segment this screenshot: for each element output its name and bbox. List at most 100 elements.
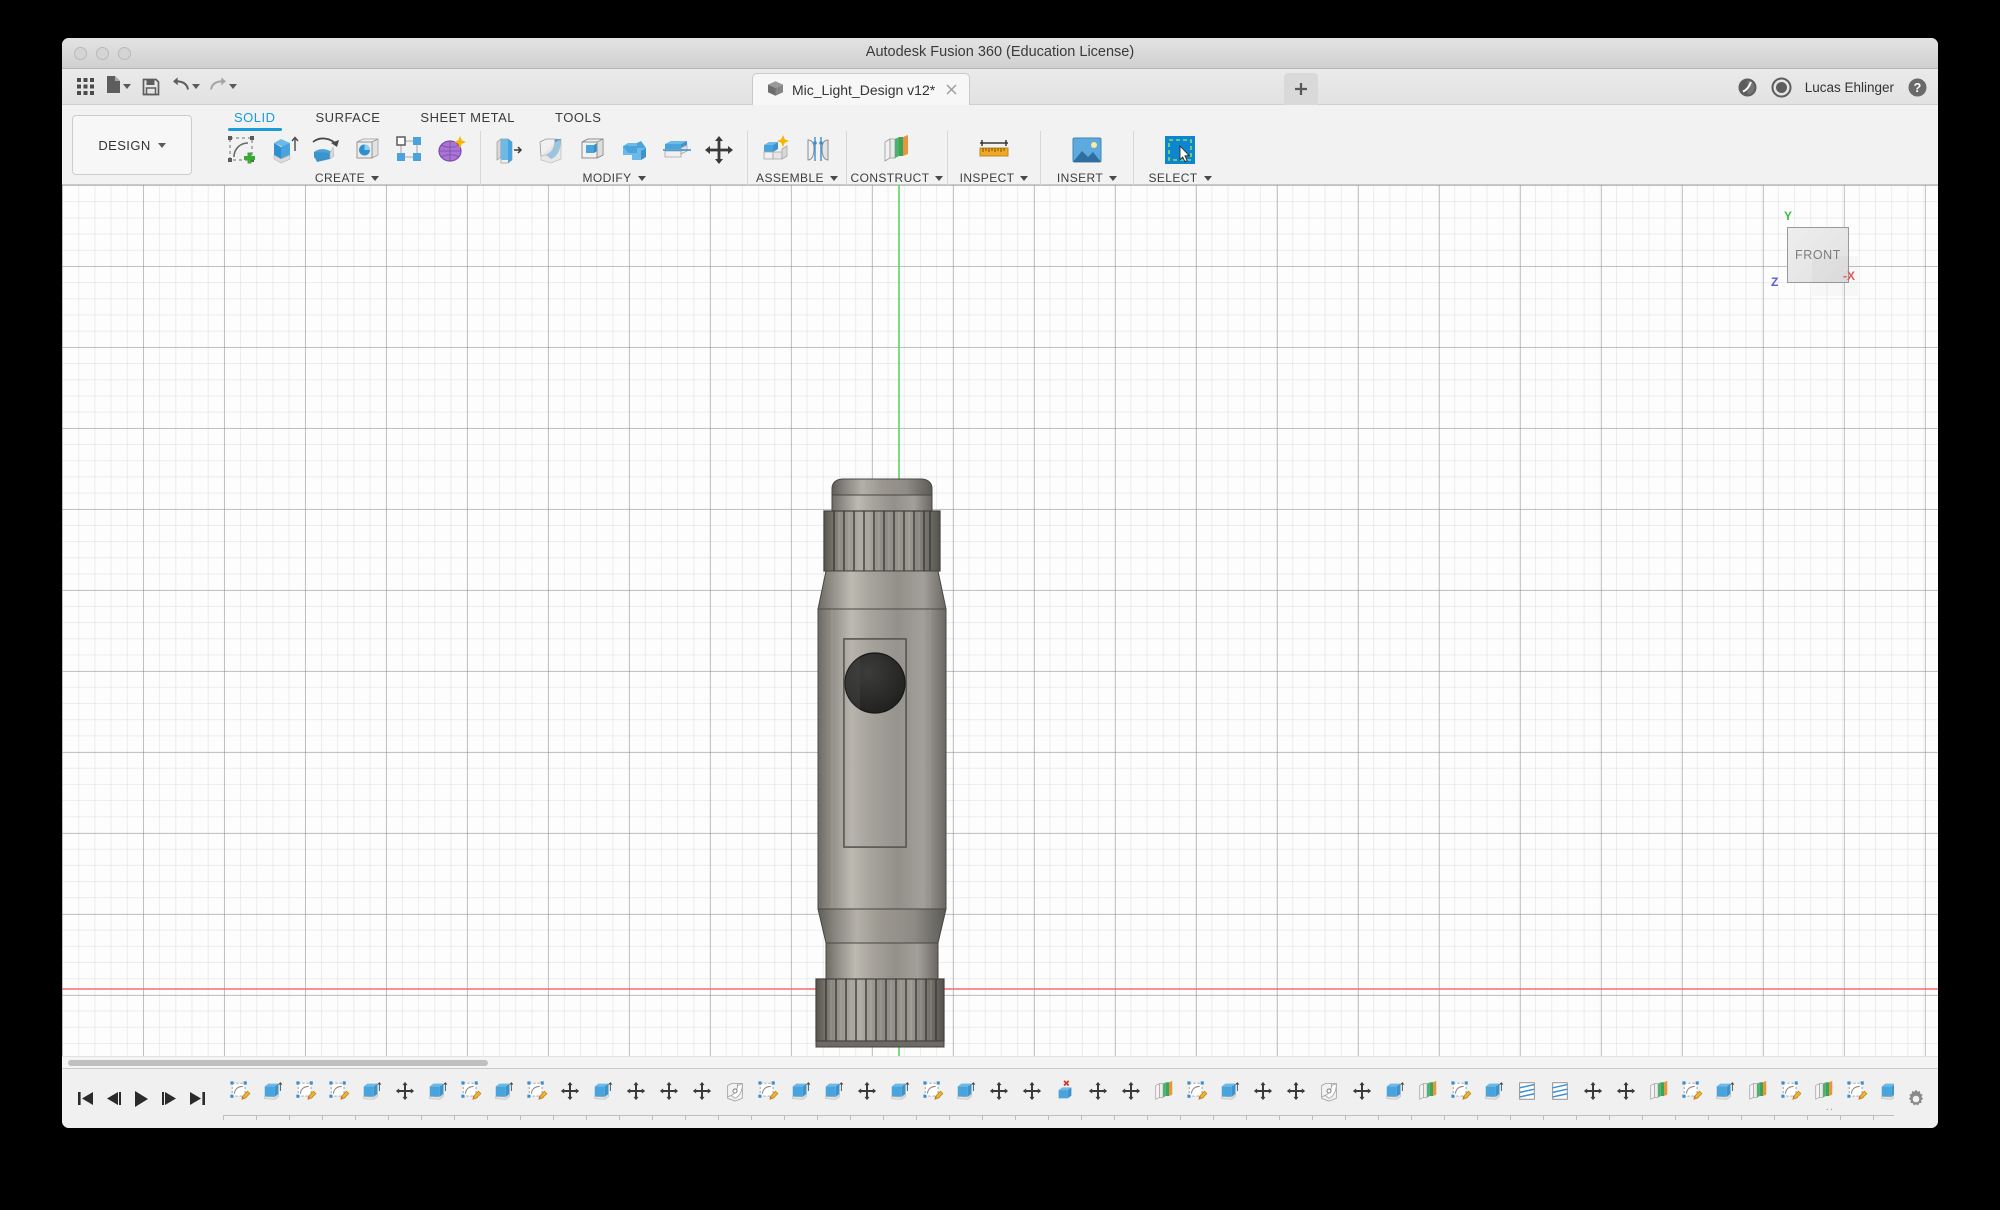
timeline-feature-thread[interactable] (1542, 1076, 1576, 1122)
tab-surface[interactable]: SURFACE (296, 108, 401, 131)
timeline-feature-extrude[interactable] (1212, 1076, 1246, 1122)
insert-image-icon[interactable] (1067, 131, 1107, 169)
timeline-feature-move-copy[interactable] (1608, 1076, 1642, 1122)
measure-icon[interactable] (974, 131, 1014, 169)
timeline-feature-extrude[interactable] (585, 1076, 619, 1122)
panel-assemble-label[interactable]: ASSEMBLE (756, 170, 838, 186)
fillet-icon[interactable] (531, 131, 571, 169)
timeline-feature-offset-plane[interactable] (1410, 1076, 1444, 1122)
select-window-icon[interactable] (1160, 131, 1200, 169)
workspace-selector[interactable]: DESIGN (72, 115, 192, 175)
timeline-feature-sketch[interactable] (915, 1076, 949, 1122)
move-copy-icon[interactable] (699, 131, 739, 169)
timeline-feature-move-copy[interactable] (684, 1076, 718, 1122)
grid-apps-icon[interactable] (70, 72, 100, 102)
timeline-feature-move-copy[interactable] (1014, 1076, 1048, 1122)
timeline-feature-sketch[interactable] (519, 1076, 553, 1122)
help-icon[interactable]: ? (1907, 77, 1928, 98)
timeline-feature-offset-plane[interactable] (1146, 1076, 1180, 1122)
timeline-feature-extrude[interactable] (1707, 1076, 1741, 1122)
press-pull-icon[interactable] (489, 131, 529, 169)
timeline-feature-extrude[interactable] (948, 1076, 982, 1122)
timeline-feature-extrude[interactable] (486, 1076, 520, 1122)
timeline-feature-extrude[interactable] (354, 1076, 388, 1122)
timeline-feature-move-copy[interactable] (849, 1076, 883, 1122)
offset-plane-icon[interactable] (877, 131, 917, 169)
tab-tools[interactable]: TOOLS (535, 108, 621, 131)
timeline-track[interactable]: .. (219, 1075, 1894, 1123)
extrude-icon[interactable] (264, 131, 304, 169)
joint-icon[interactable] (798, 131, 838, 169)
go-to-end-button[interactable] (188, 1088, 207, 1110)
form-icon[interactable] (432, 131, 472, 169)
timeline-feature-move-copy[interactable] (387, 1076, 421, 1122)
timeline-feature-sketch[interactable] (453, 1076, 487, 1122)
step-back-button[interactable] (104, 1088, 123, 1110)
combine-icon[interactable] (615, 131, 655, 169)
scrollbar-thumb[interactable] (68, 1060, 488, 1066)
panel-insert-label[interactable]: INSERT (1057, 170, 1118, 186)
viewport-canvas[interactable]: FRONT Y Z -X (62, 185, 1938, 1068)
timeline-feature-extrude[interactable] (1872, 1076, 1894, 1122)
new-component-icon[interactable] (756, 131, 796, 169)
timeline-feature-extrude[interactable] (882, 1076, 916, 1122)
new-tab-button[interactable] (1284, 73, 1318, 105)
panel-select-label[interactable]: SELECT (1148, 170, 1212, 186)
timeline-feature-sketch[interactable] (1773, 1076, 1807, 1122)
timeline-feature-sketch[interactable] (1443, 1076, 1477, 1122)
model-mic-light-design[interactable] (815, 475, 982, 1068)
timeline-feature-sketch[interactable] (222, 1076, 256, 1122)
rectangular-pattern-icon[interactable] (390, 131, 430, 169)
go-to-beginning-button[interactable] (76, 1088, 95, 1110)
step-forward-button[interactable] (160, 1088, 179, 1110)
timeline-feature-move-copy[interactable] (1113, 1076, 1147, 1122)
split-face-icon[interactable] (657, 131, 697, 169)
view-cube[interactable]: FRONT Y Z -X (1771, 207, 1866, 302)
timeline-feature-move-copy[interactable] (1080, 1076, 1114, 1122)
save-icon[interactable] (136, 72, 166, 102)
timeline-feature-sketch[interactable] (288, 1076, 322, 1122)
panel-modify-label[interactable]: MODIFY (582, 170, 646, 186)
timeline-feature-move-copy[interactable] (1245, 1076, 1279, 1122)
revolve-icon[interactable] (306, 131, 346, 169)
panel-inspect-label[interactable]: INSPECT (960, 170, 1029, 186)
timeline-feature-extrude[interactable] (1377, 1076, 1411, 1122)
timeline-feature-thread[interactable] (1509, 1076, 1543, 1122)
timeline-feature-extrude[interactable] (1476, 1076, 1510, 1122)
timeline-feature-delete[interactable] (1047, 1076, 1081, 1122)
timeline-feature-sketch[interactable] (1674, 1076, 1708, 1122)
timeline-feature-move-copy[interactable] (981, 1076, 1015, 1122)
timeline-feature-move-copy[interactable] (618, 1076, 652, 1122)
new-file-button[interactable] (102, 72, 134, 102)
tab-solid[interactable]: SOLID (214, 108, 296, 131)
timeline-feature-offset-plane[interactable] (1740, 1076, 1774, 1122)
timeline-feature-sketch[interactable] (1839, 1076, 1873, 1122)
timeline-feature-fillet[interactable] (717, 1076, 751, 1122)
timeline-feature-move-copy[interactable] (1344, 1076, 1378, 1122)
timeline-feature-move-copy[interactable] (1278, 1076, 1312, 1122)
timeline-feature-fillet[interactable] (1311, 1076, 1345, 1122)
close-icon[interactable] (944, 82, 959, 97)
undo-button[interactable] (168, 72, 203, 102)
job-status-icon[interactable] (1771, 77, 1792, 98)
timeline-feature-move-copy[interactable] (552, 1076, 586, 1122)
tab-sheet-metal[interactable]: SHEET METAL (400, 108, 535, 131)
timeline-feature-move-copy[interactable] (651, 1076, 685, 1122)
timeline-feature-move-copy[interactable] (1575, 1076, 1609, 1122)
timeline-feature-sketch[interactable] (1179, 1076, 1213, 1122)
timeline-feature-extrude[interactable] (783, 1076, 817, 1122)
timeline-feature-sketch[interactable] (750, 1076, 784, 1122)
timeline-settings-button[interactable] (1894, 1088, 1938, 1110)
timeline-feature-offset-plane[interactable] (1806, 1076, 1840, 1122)
play-button[interactable] (132, 1088, 151, 1110)
panel-create-label[interactable]: CREATE (315, 170, 380, 186)
timeline-feature-extrude[interactable] (420, 1076, 454, 1122)
timeline-feature-offset-plane[interactable] (1641, 1076, 1675, 1122)
create-sketch-icon[interactable] (222, 131, 262, 169)
redo-button[interactable] (205, 72, 240, 102)
timeline-feature-sketch[interactable] (321, 1076, 355, 1122)
panel-construct-label[interactable]: CONSTRUCT (851, 170, 944, 186)
canvas-horizontal-scrollbar[interactable] (62, 1056, 1938, 1068)
timeline-feature-extrude[interactable] (255, 1076, 289, 1122)
hole-icon[interactable] (348, 131, 388, 169)
